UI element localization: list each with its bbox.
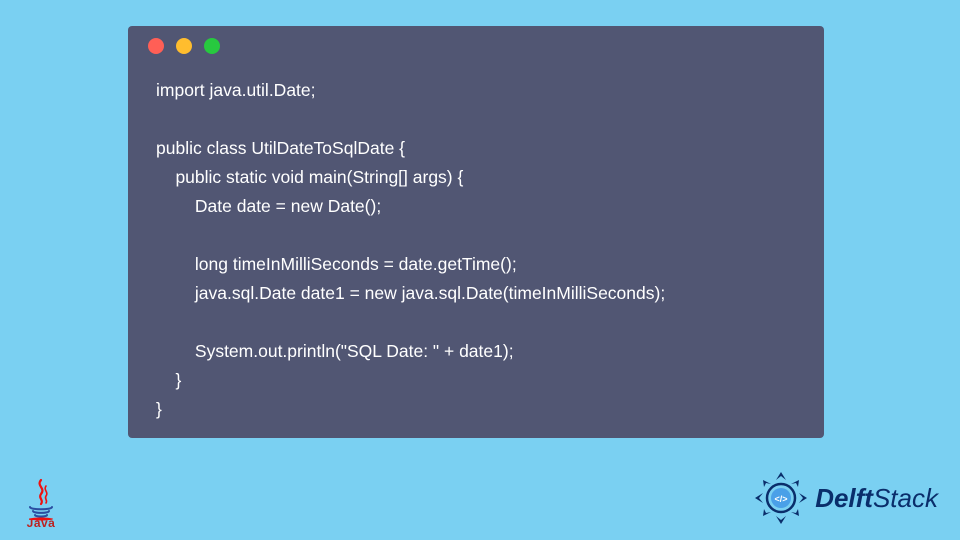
close-icon — [148, 38, 164, 54]
java-logo: Java — [16, 480, 66, 530]
brand-part-light: Stack — [873, 483, 938, 513]
delftstack-icon: </> — [753, 470, 809, 526]
code-block: import java.util.Date; public class Util… — [128, 66, 824, 424]
delftstack-wordmark: DelftStack — [815, 483, 938, 514]
minimize-icon — [176, 38, 192, 54]
maximize-icon — [204, 38, 220, 54]
java-steam-icon — [24, 480, 58, 514]
code-editor-window: import java.util.Date; public class Util… — [128, 26, 824, 438]
window-titlebar — [128, 26, 824, 66]
code-brackets-icon: </> — [775, 494, 788, 504]
delftstack-logo: </> DelftStack — [753, 470, 938, 526]
brand-part-bold: Delft — [815, 483, 873, 513]
